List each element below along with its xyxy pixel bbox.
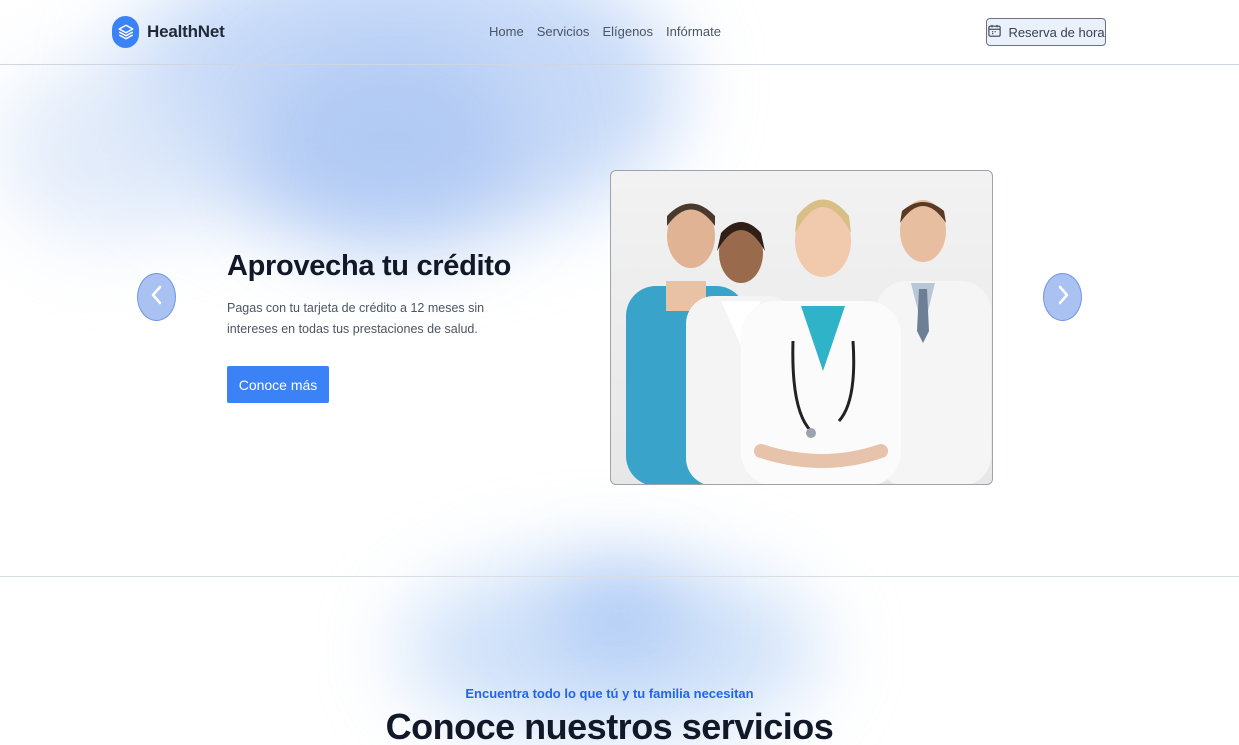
chevron-right-icon <box>1055 283 1071 312</box>
layers-icon <box>112 16 139 48</box>
doctors-photo <box>610 170 993 485</box>
carousel-prev-button[interactable] <box>137 273 176 321</box>
top-navbar: HealthNet Home Servicios Elígenos Infórm… <box>0 0 1239 65</box>
doctor-figure <box>741 199 901 484</box>
brand-logo[interactable]: HealthNet <box>112 16 225 48</box>
carousel-next-button[interactable] <box>1043 273 1082 321</box>
learn-more-button[interactable]: Conoce más <box>227 366 329 403</box>
nav-link-eligenos[interactable]: Elígenos <box>602 24 653 39</box>
nav-link-informate[interactable]: Infórmate <box>666 24 721 39</box>
calendar-icon <box>987 23 1002 41</box>
hero-description: Pagas con tu tarjeta de crédito a 12 mes… <box>227 301 485 336</box>
nav-link-servicios[interactable]: Servicios <box>537 24 590 39</box>
reserve-button-label: Reserva de hora <box>1008 24 1105 40</box>
hero-title: Aprovecha tu crédito <box>227 250 512 282</box>
nav-link-home[interactable]: Home <box>489 24 524 39</box>
reserve-button[interactable]: Reserva de hora <box>986 18 1106 46</box>
services-title: Conoce nuestros servicios <box>385 706 834 745</box>
services-subtitle: Encuentra todo lo que tú y tu familia ne… <box>465 686 754 701</box>
chevron-left-icon <box>149 283 165 312</box>
section-divider <box>0 576 1239 577</box>
brand-name: HealthNet <box>147 22 225 41</box>
main-nav: Home Servicios Elígenos Infórmate <box>489 24 721 39</box>
